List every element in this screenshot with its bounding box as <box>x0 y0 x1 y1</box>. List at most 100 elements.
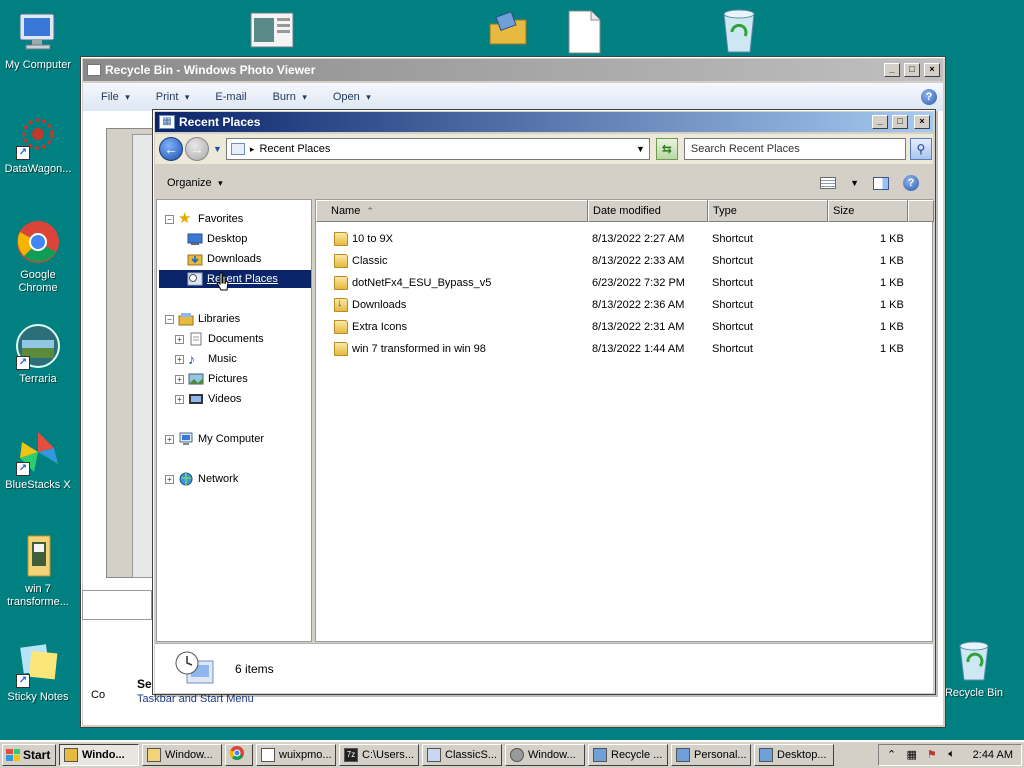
start-button[interactable]: Start <box>2 743 56 766</box>
tree-label: Desktop <box>207 233 248 245</box>
minimize-button[interactable]: _ <box>884 63 900 77</box>
desktop-icon-sticky-notes[interactable]: ↗ Sticky Notes <box>0 640 76 704</box>
desktop-icon-my-computer[interactable]: My Computer <box>0 8 76 72</box>
sticky-notes-icon: ↗ <box>14 640 62 688</box>
file-row[interactable]: Downloads 8/13/2022 2:36 AM Shortcut 1 K… <box>316 295 932 317</box>
taskbar-button-window[interactable]: Window... <box>142 743 222 766</box>
expand-icon[interactable]: + <box>175 354 184 364</box>
desktop-icon-chrome[interactable]: Google Chrome <box>0 218 76 295</box>
desktop-icon-bluestacks[interactable]: ↗ BlueStacks X <box>0 428 76 492</box>
search-placeholder: Search Recent Places <box>690 143 800 155</box>
taskbar-button-classic-shell[interactable]: ClassicS... <box>422 743 502 766</box>
tree-libraries[interactable]: − Libraries <box>165 310 240 328</box>
file-type: Shortcut <box>712 277 753 289</box>
taskbar-label: Windo... <box>82 748 125 761</box>
collapse-icon[interactable]: − <box>165 214 174 224</box>
views-icon[interactable] <box>820 177 837 189</box>
file-date: 8/13/2022 2:33 AM <box>592 255 685 267</box>
back-button[interactable]: ← <box>159 137 183 161</box>
tree-music[interactable]: + ♪ Music <box>175 350 237 368</box>
expand-icon[interactable]: + <box>165 474 174 484</box>
desktop-icon-terraria[interactable]: ↗ Terraria <box>0 322 76 386</box>
expand-icon[interactable]: + <box>175 374 184 384</box>
expand-icon[interactable]: + <box>175 334 184 344</box>
forward-button[interactable]: → <box>185 137 209 161</box>
file-row[interactable]: dotNetFx4_ESU_Bypass_v5 6/23/2022 7:32 P… <box>316 273 932 295</box>
column-header-size[interactable]: Size <box>828 200 908 222</box>
folder-icon <box>64 747 78 762</box>
file-row[interactable]: 10 to 9X 8/13/2022 2:27 AM Shortcut 1 KB <box>316 229 932 251</box>
taskbar-button-chrome[interactable] <box>225 743 253 766</box>
blank-document-icon[interactable] <box>566 10 602 54</box>
taskbar-button-7zip[interactable]: 7z C:\Users... <box>339 743 419 766</box>
document-window-icon[interactable] <box>250 12 294 48</box>
views-dropdown-icon[interactable]: ▼ <box>850 178 859 188</box>
search-icon[interactable]: ⚲ <box>909 138 932 160</box>
window-icon <box>147 747 161 762</box>
refresh-button[interactable]: ⇆ <box>655 138 678 160</box>
tree-desktop[interactable]: Desktop <box>187 230 247 248</box>
tree-network[interactable]: + Network <box>165 470 238 488</box>
tree-pictures[interactable]: + Pictures <box>175 370 248 388</box>
column-header-type[interactable]: Type <box>708 200 828 222</box>
show-hidden-icons-icon[interactable]: ⌃ <box>885 748 899 762</box>
help-icon[interactable]: ? <box>921 89 937 105</box>
menu-burn[interactable]: Burn <box>273 91 307 103</box>
address-dropdown-icon[interactable]: ▼ <box>636 144 645 154</box>
close-button[interactable]: × <box>924 63 940 77</box>
taskbar-button-desktop[interactable]: Desktop... <box>754 743 834 766</box>
help-icon[interactable]: ? <box>903 175 919 191</box>
taskbar-button-personalization[interactable]: Personal... <box>671 743 751 766</box>
photo-viewer-title: Recycle Bin - Windows Photo Viewer <box>105 63 316 77</box>
file-row[interactable]: Extra Icons 8/13/2022 2:31 AM Shortcut 1… <box>316 317 932 339</box>
network-tray-icon[interactable]: ▦ <box>905 748 919 762</box>
file-size: 1 KB <box>880 277 904 289</box>
column-header-date[interactable]: Date modified <box>588 200 708 222</box>
file-type: Shortcut <box>712 255 753 267</box>
history-dropdown-icon[interactable]: ▼ <box>213 144 222 154</box>
tree-documents[interactable]: + Documents <box>175 330 264 348</box>
expand-icon[interactable]: + <box>165 434 174 444</box>
taskbar-button-explorer[interactable]: Windo... <box>59 743 139 766</box>
tree-recent-places[interactable]: Recent Places <box>159 270 311 288</box>
menu-file[interactable]: File <box>101 91 130 103</box>
recycle-bin-top-icon[interactable] <box>716 6 762 54</box>
menu-email[interactable]: E-mail <box>215 91 246 103</box>
column-header-name[interactable]: Name <box>316 200 588 222</box>
desktop-icon-recycle-bin[interactable]: Recycle Bin <box>936 636 1012 700</box>
minimize-button[interactable]: _ <box>872 115 888 129</box>
collapse-icon[interactable]: − <box>165 314 174 324</box>
search-input[interactable]: Search Recent Places <box>683 138 906 160</box>
breadcrumb-separator-icon[interactable]: ▸ <box>250 144 255 155</box>
maximize-button[interactable]: □ <box>904 63 920 77</box>
taskbar-button-recycle[interactable]: Recycle ... <box>588 743 668 766</box>
details-pane: 6 items <box>155 643 933 693</box>
tree-videos[interactable]: + Videos <box>175 390 241 408</box>
recycle-bin-icon <box>950 636 998 684</box>
taskbar-button-wuixpmo[interactable]: wuixpmo... <box>256 743 336 766</box>
file-list: Name Date modified Type Size 10 to 9X 8/… <box>315 199 934 642</box>
menu-print[interactable]: Print <box>156 91 190 103</box>
address-row: ← → ▼ ▸ Recent Places ▼ ⇆ Search Recent … <box>155 134 933 164</box>
clock[interactable]: 2:44 AM <box>973 749 1013 761</box>
menu-open[interactable]: Open <box>333 91 371 103</box>
tree-favorites[interactable]: − ★ Favorites <box>165 210 243 228</box>
preview-pane-icon[interactable] <box>873 176 889 190</box>
volume-icon[interactable]: 🔈︎ <box>945 748 959 762</box>
file-row[interactable]: Classic 8/13/2022 2:33 AM Shortcut 1 KB <box>316 251 932 273</box>
maximize-button[interactable]: □ <box>892 115 908 129</box>
desktop-icon-datawagon[interactable]: ↗ DataWagon... <box>0 112 76 176</box>
tree-label: Libraries <box>198 313 241 325</box>
folder-pictures-icon[interactable] <box>488 11 528 48</box>
tree-my-computer[interactable]: + My Computer <box>165 430 264 448</box>
close-button[interactable]: × <box>914 115 930 129</box>
organize-button[interactable]: Organize <box>167 177 223 189</box>
file-row[interactable]: win 7 transformed in win 98 8/13/2022 1:… <box>316 339 932 361</box>
desktop-icon-win7-folder[interactable]: win 7 transforme... <box>0 532 76 609</box>
action-center-icon[interactable]: ⚑ <box>925 748 939 762</box>
tree-downloads[interactable]: Downloads <box>187 250 261 268</box>
tree-label: Downloads <box>207 253 262 265</box>
address-bar[interactable]: ▸ Recent Places ▼ <box>225 138 650 160</box>
expand-icon[interactable]: + <box>175 394 184 404</box>
taskbar-button-window-2[interactable]: Window... <box>505 743 585 766</box>
